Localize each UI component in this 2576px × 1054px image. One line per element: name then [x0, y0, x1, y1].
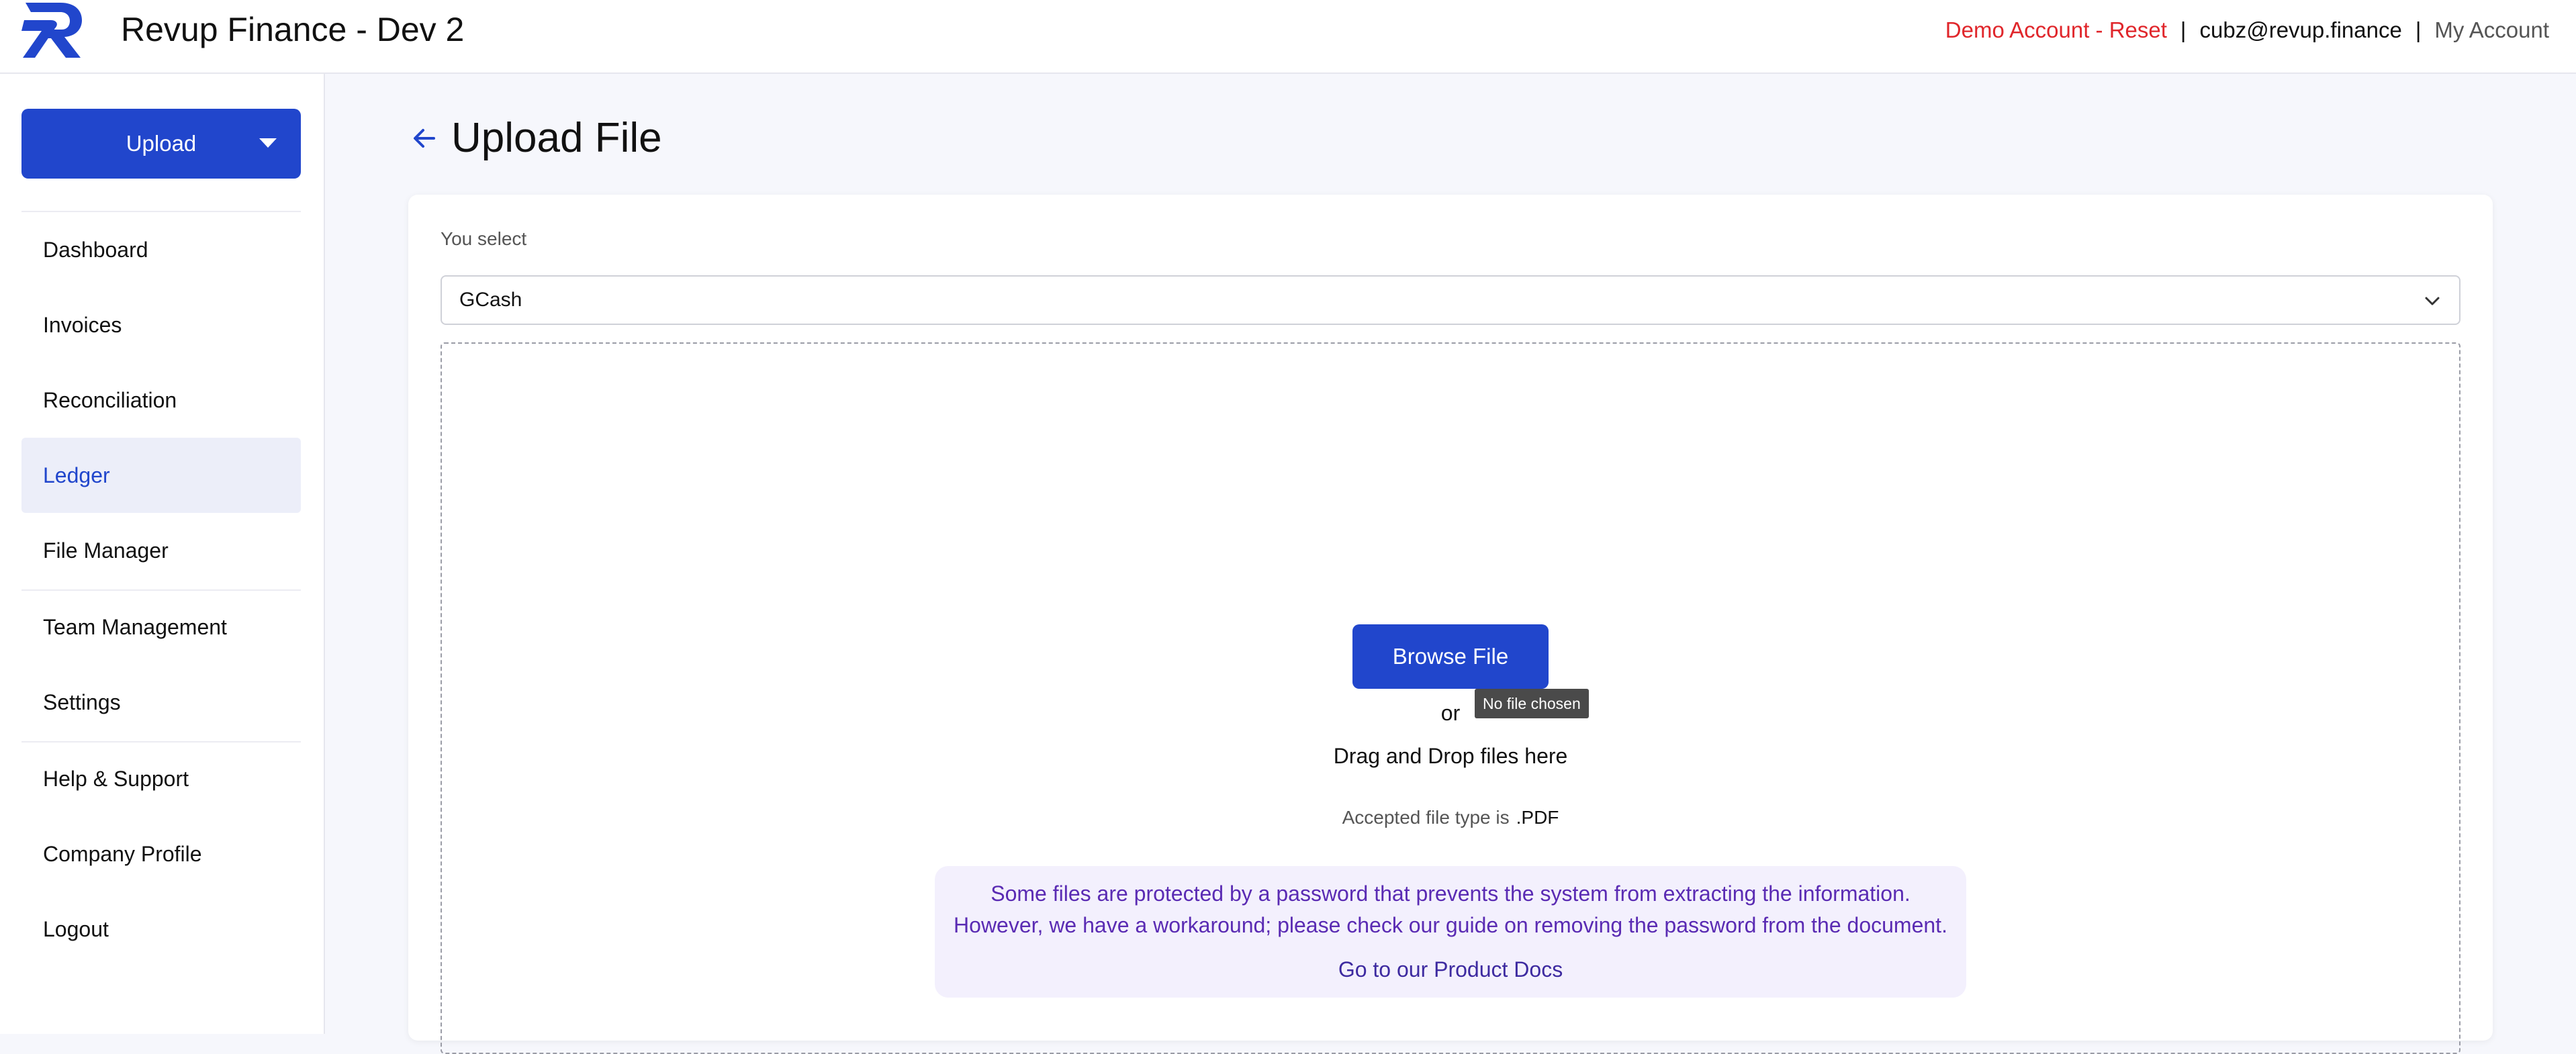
select-label: You select [441, 228, 527, 249]
app-title: Revup Finance - Dev 2 [121, 11, 465, 48]
sidebar-item-team-management[interactable]: Team Management [21, 589, 301, 665]
accepted-file-type: Accepted file type is .PDF [1249, 807, 1652, 828]
sidebar-item-reconciliation[interactable]: Reconciliation [21, 363, 301, 438]
user-email: cubz@revup.finance [2199, 17, 2402, 42]
sidebar-item-dashboard[interactable]: Dashboard [21, 212, 301, 287]
sidebar-item-label: Team Management [43, 614, 227, 639]
chevron-down-icon[interactable] [2420, 289, 2444, 313]
sidebar-item-company-profile[interactable]: Company Profile [21, 816, 301, 892]
drag-drop-text: Drag and Drop files here [1333, 744, 1568, 768]
sidebar-item-label: Reconciliation [43, 387, 177, 412]
browse-file-label: Browse File [1392, 644, 1509, 669]
header-separator: | [2180, 17, 2187, 42]
file-status-tooltip: No file chosen [1475, 689, 1589, 718]
source-select[interactable]: GCash [441, 275, 2460, 325]
upload-button[interactable]: Upload [21, 109, 301, 179]
accepted-file-type-value: .PDF [1516, 807, 1559, 828]
header-separator: | [2415, 17, 2422, 42]
password-notice: Some files are protected by a password t… [935, 866, 1966, 998]
sidebar-item-label: Logout [43, 916, 109, 941]
source-select-value: GCash [459, 289, 522, 311]
sidebar: Upload Dashboard Invoices Reconciliation… [0, 74, 325, 1034]
notice-line-2: However, we have a workaround; please ch… [954, 913, 1947, 937]
sidebar-item-label: Invoices [43, 312, 122, 337]
sidebar-item-label: Company Profile [43, 841, 202, 866]
sidebar-item-help-support[interactable]: Help & Support [21, 741, 301, 816]
sidebar-item-settings[interactable]: Settings [21, 665, 301, 740]
page-title: Upload File [451, 115, 662, 161]
upload-button-label: Upload [126, 131, 197, 156]
my-account-link[interactable]: My Account [2434, 17, 2549, 43]
sidebar-item-invoices[interactable]: Invoices [21, 287, 301, 363]
sidebar-item-file-manager[interactable]: File Manager [21, 513, 301, 588]
product-docs-link[interactable]: Go to our Product Docs [1338, 957, 1563, 982]
demo-account-reset-link[interactable]: Demo Account - Reset [1945, 17, 2167, 43]
sidebar-item-logout[interactable]: Logout [21, 892, 301, 967]
revup-logo-icon[interactable] [21, 0, 86, 60]
sidebar-item-label: Dashboard [43, 237, 148, 262]
caret-down-icon[interactable] [259, 138, 277, 148]
sidebar-item-label: Help & Support [43, 766, 189, 791]
sidebar-item-label: Settings [43, 689, 121, 714]
top-header: Revup Finance - Dev 2 Demo Account - Res… [0, 0, 2576, 74]
notice-line-1: Some files are protected by a password t… [991, 881, 1911, 906]
header-account-bar: Demo Account - Reset | cubz@revup.financ… [1945, 13, 2549, 47]
accepted-file-type-label: Accepted file type is [1342, 807, 1510, 828]
sidebar-item-ledger[interactable]: Ledger [21, 438, 301, 513]
browse-file-button[interactable]: Browse File [1352, 624, 1549, 689]
sidebar-item-label: Ledger [43, 463, 110, 487]
sidebar-item-label: File Manager [43, 538, 169, 563]
arrow-left-icon[interactable] [410, 124, 439, 153]
